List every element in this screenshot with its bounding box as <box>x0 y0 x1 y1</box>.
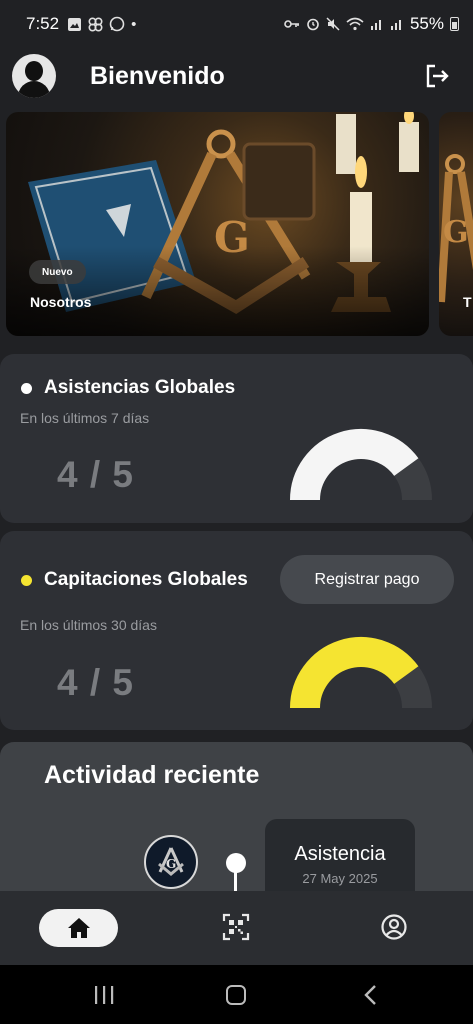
app-header: Bienvenido <box>0 48 473 104</box>
attendance-card[interactable]: Asistencias Globales En los últimos 7 dí… <box>0 354 473 523</box>
profile-icon <box>381 914 407 940</box>
capitation-card[interactable]: Capitaciones Globales Registrar pago En … <box>0 531 473 730</box>
bottom-navigation <box>0 891 473 965</box>
nav-home-button[interactable] <box>39 909 118 947</box>
recents-icon[interactable] <box>93 986 115 1004</box>
avatar-body <box>18 81 50 98</box>
logout-button[interactable] <box>421 60 453 92</box>
news-title-next: T <box>463 294 472 310</box>
capitation-title-row: Capitaciones Globales <box>21 569 248 591</box>
system-navigation-bar <box>0 965 473 1024</box>
whatsapp-icon <box>109 16 125 32</box>
attendance-gauge <box>290 429 432 501</box>
attendance-dot <box>21 382 32 394</box>
mute-icon <box>326 17 340 31</box>
capitation-gauge-track <box>393 666 432 709</box>
signal-icon-2 <box>390 20 401 30</box>
capitation-value: 4 / 5 <box>57 662 134 703</box>
attendance-subtitle: En los últimos 7 días <box>20 410 150 426</box>
status-dot: • <box>131 15 137 33</box>
key-icon <box>284 20 299 28</box>
attendance-gauge-fill <box>290 429 419 501</box>
wifi-icon <box>346 17 364 31</box>
attendance-title-row: Asistencias Globales <box>21 377 235 399</box>
alarm-icon <box>307 18 319 31</box>
capitation-gauge <box>290 637 432 709</box>
timeline-line <box>234 870 237 892</box>
qr-code-icon <box>222 913 250 941</box>
news-title: Nosotros <box>30 294 92 310</box>
activity-type: Asistencia <box>294 843 386 865</box>
emblem-graphic: G <box>158 847 184 876</box>
news-badge: Nuevo <box>29 260 86 284</box>
masonic-emblem-icon: G <box>144 835 198 889</box>
logout-icon <box>426 64 449 88</box>
news-carousel[interactable]: G Nuevo Nosotros G T <box>0 112 473 338</box>
activity-date: 27 May 2025 <box>302 871 378 886</box>
avatar-head <box>25 61 43 81</box>
page-title: Bienvenido <box>90 61 225 90</box>
news-card[interactable]: G Nuevo Nosotros <box>6 112 429 336</box>
activity-item[interactable]: Asistencia 27 May 2025 <box>265 819 415 902</box>
attendance-gauge-track <box>393 458 432 501</box>
svg-text:G: G <box>166 857 176 871</box>
capitation-gauge-fill <box>290 637 419 709</box>
avatar[interactable] <box>12 54 56 98</box>
home-icon <box>67 918 90 938</box>
news-card-next[interactable]: G T <box>439 112 473 336</box>
svg-text:G: G <box>443 215 469 250</box>
attendance-value: 4 / 5 <box>57 454 134 495</box>
capitation-title: Capitaciones Globales <box>44 569 248 590</box>
image-icon <box>68 17 82 31</box>
pinwheel-icon <box>88 16 103 32</box>
capitation-dot <box>21 574 32 586</box>
recent-activity-section: Actividad reciente G Asistencia 27 May 2… <box>0 742 473 902</box>
battery-percentage: 55% <box>409 14 444 33</box>
system-icons: 55% <box>284 14 459 34</box>
status-bar: 7:52 • 55% <box>0 0 473 48</box>
capitation-subtitle: En los últimos 30 días <box>20 617 157 633</box>
system-home-icon[interactable] <box>226 985 246 1005</box>
back-icon[interactable] <box>362 984 378 1006</box>
register-payment-button[interactable]: Registrar pago <box>280 555 454 604</box>
notification-icons: • <box>67 16 136 33</box>
status-time: 7:52 <box>26 14 60 33</box>
battery-icon <box>450 17 459 31</box>
section-title: Actividad reciente <box>44 761 260 789</box>
nav-qr-button[interactable] <box>222 913 250 941</box>
signal-icon <box>370 20 381 30</box>
nav-profile-button[interactable] <box>380 913 408 941</box>
attendance-title: Asistencias Globales <box>44 377 236 398</box>
